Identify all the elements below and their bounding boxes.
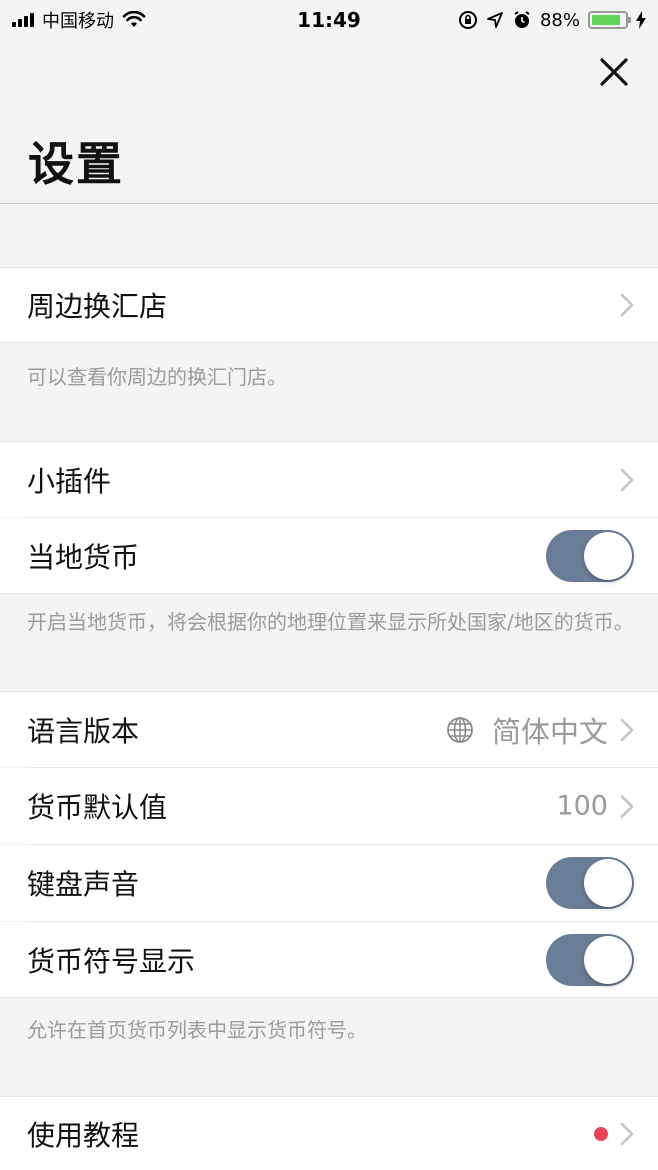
keyboard-sound-toggle[interactable] [546,857,634,909]
default-value-value: 100 [556,790,608,822]
keyboard-sound-row: 键盘声音 [0,845,658,921]
widget-label: 小插件 [27,464,112,498]
currency-symbol-note: 允许在首页货币列表中显示货币符号。 [27,1018,367,1042]
status-bar: 中国移动 11:49 88% [0,0,658,40]
battery-icon [588,11,631,29]
globe-icon [447,716,473,743]
default-value-label: 货币默认值 [27,791,168,824]
nearby-exchange-note: 可以查看你周边的换汇门店。 [27,365,287,389]
status-left: 中国移动 [12,7,146,33]
new-badge-dot [594,1126,608,1141]
local-currency-note: 开启当地货币，将会根据你的地理位置来显示所处国家/地区的货币。 [27,610,634,634]
keyboard-sound-label: 键盘声音 [27,868,140,901]
page-title: 设置 [28,137,124,191]
chevron-right-icon [620,794,634,818]
battery-percent: 88% [539,9,580,31]
chevron-right-icon [620,718,634,741]
tutorial-row[interactable]: 使用教程 [0,1096,658,1170]
nearby-exchange-label: 周边换汇店 [27,290,168,323]
alarm-icon [514,11,530,28]
chevron-right-icon [620,468,634,491]
chevron-right-icon [620,293,634,317]
charging-bolt-icon [636,11,646,29]
location-arrow-icon [487,12,503,28]
status-right: 88% [458,10,646,31]
toggle-knob [584,531,632,580]
currency-symbol-label: 货币符号显示 [27,944,196,978]
tutorial-label: 使用教程 [27,1118,140,1152]
local-currency-toggle[interactable] [546,529,634,582]
nearby-exchange-row[interactable]: 周边换汇店 [0,267,658,343]
close-icon[interactable] [596,54,632,90]
chevron-right-icon [620,1122,634,1145]
language-row[interactable]: 语言版本 简体中文 [0,691,658,767]
toggle-knob [584,859,632,907]
widget-row[interactable]: 小插件 [0,441,658,517]
currency-symbol-row: 货币符号显示 [0,922,658,998]
local-currency-row: 当地货币 [0,518,658,594]
local-currency-label: 当地货币 [27,540,140,574]
carrier-name: 中国移动 [42,11,114,32]
language-label: 语言版本 [27,714,140,748]
currency-symbol-toggle[interactable] [546,933,634,986]
orientation-lock-icon [458,11,477,29]
wifi-icon [122,11,146,27]
cellular-signal-icon [12,13,34,27]
default-value-row[interactable]: 货币默认值 100 [0,768,658,844]
page-header: 设置 [0,40,658,204]
language-value: 简体中文 [491,714,608,749]
toggle-knob [584,935,632,984]
